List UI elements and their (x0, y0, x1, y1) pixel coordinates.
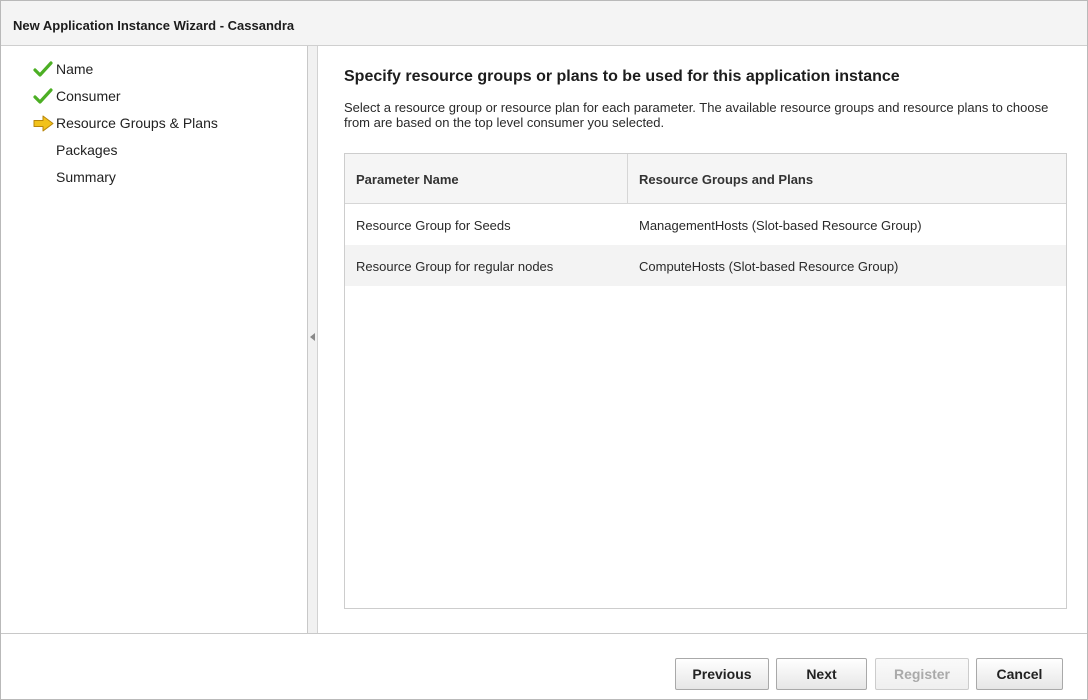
page-heading: Specify resource groups or plans to be u… (344, 68, 900, 85)
step-label: Consumer (56, 88, 121, 104)
step-consumer[interactable]: Consumer (1, 87, 307, 114)
step-label: Packages (56, 142, 118, 158)
parameter-name-cell: Resource Group for Seeds (356, 218, 511, 233)
parameter-name-cell: Resource Group for regular nodes (356, 259, 554, 274)
arrow-right-icon (33, 114, 54, 133)
collapse-arrow-icon[interactable] (310, 333, 315, 341)
resource-group-cell[interactable]: ManagementHosts (Slot-based Resource Gro… (628, 204, 1066, 245)
step-resource-groups-plans[interactable]: Resource Groups & Plans (1, 114, 307, 141)
step-label: Summary (56, 169, 116, 185)
table-row[interactable]: Resource Group for regular nodes Compute… (345, 245, 1066, 286)
checkmark-icon (33, 60, 53, 79)
step-label: Name (56, 61, 94, 77)
next-button[interactable]: Next (776, 658, 867, 690)
step-name[interactable]: Name (1, 60, 307, 87)
parameters-table: Parameter Name Resource Groups and Plans… (344, 153, 1067, 609)
register-button[interactable]: Register (875, 658, 969, 690)
window-title: New Application Instance Wizard - Cassan… (1, 1, 1087, 46)
column-header-parameter-name[interactable]: Parameter Name (345, 154, 628, 203)
previous-button[interactable]: Previous (675, 658, 769, 690)
wizard-window: New Application Instance Wizard - Cassan… (0, 0, 1088, 700)
step-summary[interactable]: Summary (1, 168, 307, 195)
table-header: Parameter Name Resource Groups and Plans (345, 154, 1066, 204)
panel-splitter[interactable] (308, 46, 318, 633)
main-content: Specify resource groups or plans to be u… (318, 46, 1087, 633)
page-description: Select a resource group or resource plan… (344, 100, 1049, 130)
table-row[interactable]: Resource Group for Seeds ManagementHosts… (345, 204, 1066, 245)
resource-group-cell[interactable]: ComputeHosts (Slot-based Resource Group) (628, 245, 1066, 286)
checkmark-icon (33, 87, 53, 106)
wizard-footer: Previous Next Register Cancel (1, 633, 1087, 699)
wizard-steps-sidebar: Name Consumer Resource Groups & Plans Pa… (1, 46, 308, 633)
step-packages[interactable]: Packages (1, 141, 307, 168)
column-header-resource-groups[interactable]: Resource Groups and Plans (628, 154, 1066, 203)
cancel-button[interactable]: Cancel (976, 658, 1063, 690)
step-label: Resource Groups & Plans (56, 115, 218, 131)
